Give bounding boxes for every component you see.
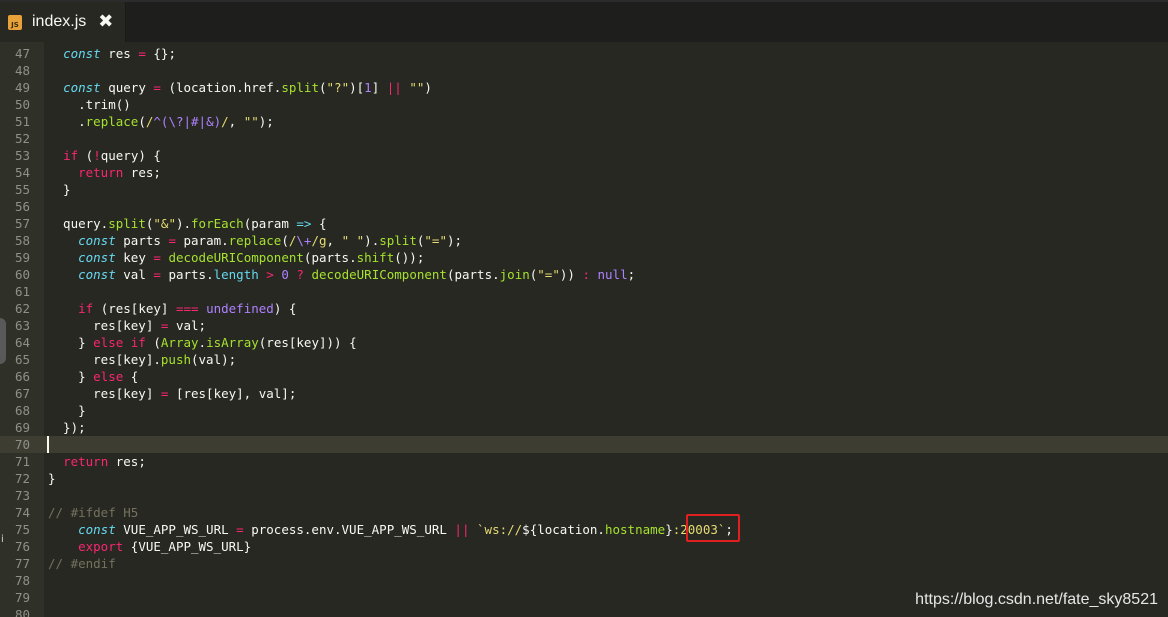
code-line[interactable]: 56 bbox=[0, 198, 1168, 215]
tab-index-js[interactable]: JS index.js ✖ bbox=[0, 2, 126, 42]
js-file-icon: JS bbox=[8, 14, 22, 30]
watermark: https://blog.csdn.net/fate_sky8521 bbox=[915, 591, 1158, 608]
line-number: 50 bbox=[14, 97, 30, 112]
code-text: const parts = param.replace(/\+/g, " ").… bbox=[78, 233, 463, 248]
line-number: 49 bbox=[14, 80, 30, 95]
code-line[interactable]: 69 }); bbox=[0, 419, 1168, 436]
line-number: 67 bbox=[14, 386, 30, 401]
line-number: 54 bbox=[14, 165, 30, 180]
code-line[interactable]: 76 export {VUE_APP_WS_URL} bbox=[0, 538, 1168, 555]
line-number: 69 bbox=[14, 420, 30, 435]
code-text: export {VUE_APP_WS_URL} bbox=[78, 539, 252, 554]
line-number: 57 bbox=[14, 216, 30, 231]
tab-title: index.js bbox=[32, 13, 87, 30]
code-text: res[key] = val; bbox=[48, 318, 207, 333]
code-line[interactable]: 57 query.split("&").forEach(param => { bbox=[0, 215, 1168, 232]
line-number: 73 bbox=[14, 488, 30, 503]
code-line[interactable]: 75 const VUE_APP_WS_URL = process.env.VU… bbox=[0, 521, 1168, 538]
code-text: // #ifdef H5 bbox=[48, 505, 139, 520]
line-number: 75 bbox=[14, 522, 30, 537]
code-line[interactable]: 54 return res; bbox=[0, 164, 1168, 181]
code-line[interactable]: 49 const query = (location.href.split("?… bbox=[0, 79, 1168, 96]
code-text: const query = (location.href.split("?")[… bbox=[63, 80, 432, 95]
code-line[interactable]: 68 } bbox=[0, 402, 1168, 419]
code-text: if (res[key] === undefined) { bbox=[78, 301, 297, 316]
line-number: 72 bbox=[14, 471, 30, 486]
code-text: const key = decodeURIComponent(parts.shi… bbox=[78, 250, 425, 265]
code-line[interactable]: 55 } bbox=[0, 181, 1168, 198]
line-number: 56 bbox=[14, 199, 30, 214]
line-number: 60 bbox=[14, 267, 30, 282]
code-text: } bbox=[48, 182, 71, 197]
code-editor[interactable]: 47 const res = {}; 48 49 const query = (lo… bbox=[0, 42, 1168, 617]
code-text: .trim() bbox=[48, 97, 131, 112]
code-text: // #endif bbox=[48, 556, 116, 571]
code-line[interactable]: 71 return res; bbox=[0, 453, 1168, 470]
code-line[interactable]: 73 bbox=[0, 487, 1168, 504]
line-number: 55 bbox=[14, 182, 30, 197]
code-text: const val = parts.length > 0 ? decodeURI… bbox=[78, 267, 636, 282]
code-line[interactable]: 65 res[key].push(val); bbox=[0, 351, 1168, 368]
sidebar-toggle-handle[interactable] bbox=[0, 318, 6, 364]
line-number: 74 bbox=[14, 505, 30, 520]
code-line[interactable]: 61 bbox=[0, 283, 1168, 300]
line-number: 47 bbox=[14, 46, 30, 61]
line-number: 52 bbox=[14, 131, 30, 146]
code-text: query.split("&").forEach(param => { bbox=[48, 216, 327, 231]
line-number: 70 bbox=[14, 437, 30, 452]
code-line[interactable]: 64 } else if (Array.isArray(res[key])) { bbox=[0, 334, 1168, 351]
code-line[interactable]: 60 const val = parts.length > 0 ? decode… bbox=[0, 266, 1168, 283]
line-number: 58 bbox=[14, 233, 30, 248]
code-line[interactable]: 63 res[key] = val; bbox=[0, 317, 1168, 334]
code-line[interactable]: 52 bbox=[0, 130, 1168, 147]
line-number: 78 bbox=[14, 573, 30, 588]
line-number: 48 bbox=[14, 63, 30, 78]
code-text: res[key] = [res[key], val]; bbox=[48, 386, 297, 401]
code-line[interactable]: 62 if (res[key] === undefined) { bbox=[0, 300, 1168, 317]
line-number: 59 bbox=[14, 250, 30, 265]
code-text: return res; bbox=[63, 454, 146, 469]
code-line[interactable]: 48 bbox=[0, 62, 1168, 79]
code-line[interactable]: 50 .trim() bbox=[0, 96, 1168, 113]
code-text: return res; bbox=[78, 165, 161, 180]
code-line[interactable]: 77 // #endif bbox=[0, 555, 1168, 572]
line-number: 80 bbox=[14, 607, 30, 617]
code-line[interactable]: 51 .replace(/^(\?|#|&)/, ""); bbox=[0, 113, 1168, 130]
line-number: 62 bbox=[14, 301, 30, 316]
line-number: 61 bbox=[14, 284, 30, 299]
code-line[interactable]: 72} bbox=[0, 470, 1168, 487]
line-number: 53 bbox=[14, 148, 30, 163]
highlight-annotation-box bbox=[686, 514, 740, 542]
text-caret bbox=[47, 436, 49, 453]
code-text: } else { bbox=[48, 369, 139, 384]
code-line[interactable]: 58 const parts = param.replace(/\+/g, " … bbox=[0, 232, 1168, 249]
code-line[interactable]: 66 } else { bbox=[0, 368, 1168, 385]
line-number: 68 bbox=[14, 403, 30, 418]
code-text: const VUE_APP_WS_URL = process.env.VUE_A… bbox=[78, 522, 733, 537]
tab-bar: JS index.js ✖ bbox=[0, 0, 1168, 42]
code-text: }); bbox=[48, 420, 86, 435]
code-line[interactable]: 59 const key = decodeURIComponent(parts.… bbox=[0, 249, 1168, 266]
line-number: 77 bbox=[14, 556, 30, 571]
code-line[interactable]: 67 res[key] = [res[key], val]; bbox=[0, 385, 1168, 402]
code-text: } bbox=[48, 403, 86, 418]
code-text: const res = {}; bbox=[63, 46, 176, 61]
code-line[interactable]: 78 bbox=[0, 572, 1168, 589]
code-line[interactable]: 53 if (!query) { bbox=[0, 147, 1168, 164]
code-text: } else if (Array.isArray(res[key])) { bbox=[48, 335, 357, 350]
line-number: 79 bbox=[14, 590, 30, 605]
line-number: 71 bbox=[14, 454, 30, 469]
line-number: 66 bbox=[14, 369, 30, 384]
code-text: if (!query) { bbox=[63, 148, 161, 163]
code-text: .replace(/^(\?|#|&)/, ""); bbox=[48, 114, 274, 129]
code-text: res[key].push(val); bbox=[48, 352, 237, 367]
code-text: } bbox=[48, 471, 56, 486]
line-number: 76 bbox=[14, 539, 30, 554]
code-line[interactable]: 74 // #ifdef H5 bbox=[0, 504, 1168, 521]
code-line[interactable]: 70 bbox=[0, 436, 1168, 453]
line-number: 51 bbox=[14, 114, 30, 129]
code-line[interactable]: 47 const res = {}; bbox=[0, 45, 1168, 62]
gutter-info-marker: i bbox=[1, 534, 4, 545]
close-icon[interactable]: ✖ bbox=[98, 13, 113, 31]
